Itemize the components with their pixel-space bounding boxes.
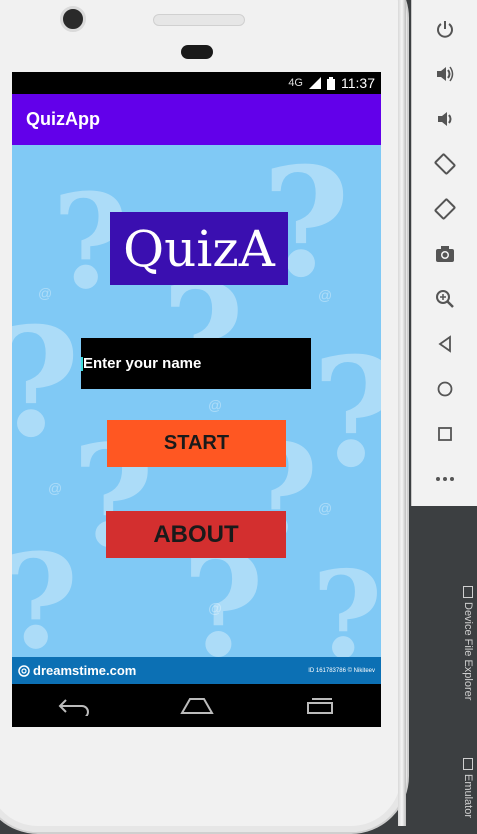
zoom-icon[interactable]	[433, 287, 457, 311]
earpiece	[181, 45, 213, 59]
top-speaker	[153, 14, 245, 26]
logo-text: QuizA	[123, 219, 275, 278]
home-icon	[179, 697, 214, 714]
emulator-toolbar	[411, 0, 477, 506]
app-bar: QuizApp	[12, 94, 381, 145]
volume-up-icon[interactable]	[433, 62, 457, 86]
bg-spiral: @	[318, 500, 333, 516]
network-type: 4G	[288, 77, 303, 89]
watermark-id: ID 161783786 © Nikiteev	[308, 667, 375, 674]
bg-spiral: @	[38, 285, 53, 301]
main-content: ? ? ? ? ? ? ? ? ? ? @ @ @ @ @ @ QuizA ST…	[12, 145, 381, 657]
bg-spiral: @	[208, 397, 223, 413]
volume-down-icon[interactable]	[433, 107, 457, 131]
quiz-logo: QuizA	[110, 212, 288, 285]
navigation-bar	[12, 684, 381, 727]
tab-emulator[interactable]: Emulator	[462, 774, 474, 818]
overview-icon[interactable]	[433, 422, 457, 446]
bg-question-mark: ?	[12, 525, 78, 657]
more-icon[interactable]	[433, 467, 457, 491]
bg-spiral: @	[318, 287, 333, 303]
nav-recents-button[interactable]	[300, 691, 340, 721]
nav-home-button[interactable]	[177, 691, 217, 721]
about-button[interactable]: ABOUT	[106, 511, 286, 558]
watermark-brand: dreamstime.com	[33, 663, 137, 678]
bg-spiral: @	[48, 480, 63, 496]
back-arrow-icon	[58, 698, 89, 716]
front-camera	[60, 6, 86, 32]
power-icon[interactable]	[433, 17, 457, 41]
bg-question-mark: ?	[312, 545, 381, 657]
tab-device-file-explorer[interactable]: Device File Explorer	[462, 602, 474, 700]
start-button[interactable]: START	[107, 420, 286, 467]
device-file-explorer-icon	[463, 586, 473, 598]
nav-back-button[interactable]	[54, 691, 94, 721]
name-input[interactable]	[81, 338, 311, 389]
status-bar: 4G 11:37	[12, 72, 381, 94]
text-cursor	[81, 357, 83, 371]
dreamstime-logo-icon	[18, 664, 30, 677]
clock: 11:37	[341, 75, 375, 91]
rotate-right-icon[interactable]	[433, 197, 457, 221]
recents-icon	[306, 697, 333, 714]
watermark-bar: dreamstime.com ID 161783786 © Nikiteev	[12, 657, 381, 684]
emulator-icon	[463, 758, 473, 770]
home-circle-icon[interactable]	[433, 377, 457, 401]
back-icon[interactable]	[433, 332, 457, 356]
battery-icon	[327, 76, 335, 90]
signal-icon	[309, 77, 321, 89]
bg-spiral: @	[208, 600, 223, 616]
bg-question-mark: ?	[312, 325, 381, 501]
rotate-left-icon[interactable]	[433, 152, 457, 176]
bg-question-mark: ?	[12, 295, 80, 471]
device-screen: 4G 11:37 QuizApp ? ? ? ? ? ? ? ? ? ? @ @…	[12, 72, 381, 727]
app-title: QuizApp	[26, 109, 100, 129]
phone-edge	[398, 0, 406, 826]
camera-icon[interactable]	[433, 242, 457, 266]
